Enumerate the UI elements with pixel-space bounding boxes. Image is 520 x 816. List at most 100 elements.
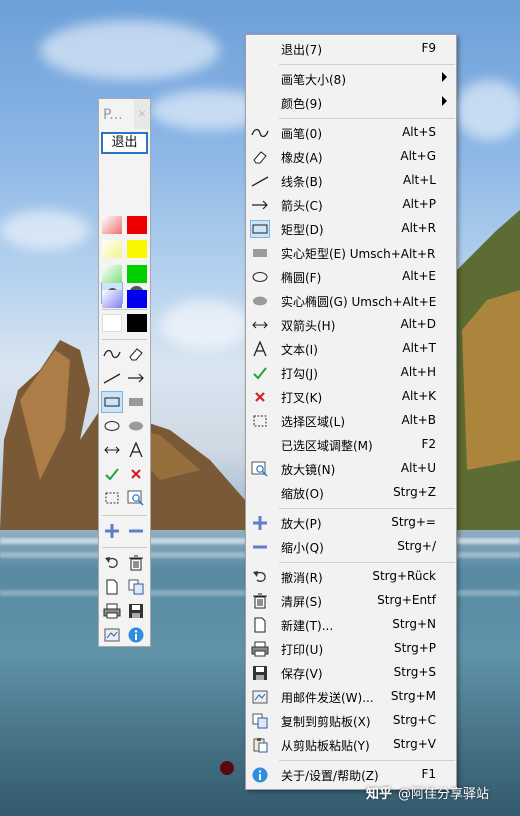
exit-button[interactable]: 退出	[101, 132, 148, 154]
menu-item-shortcut: Strg+V	[393, 737, 436, 751]
menu-item-email[interactable]: 用邮件发送(W)... Strg+M	[246, 685, 456, 709]
zoom-in-button[interactable]	[101, 520, 123, 542]
menu-item-exit[interactable]: 退出(7) F9	[246, 37, 456, 61]
menu-item-label: 新建(T)...	[281, 619, 334, 633]
color-swatch-light-yellow[interactable]	[102, 240, 122, 258]
color-swatch-light-green[interactable]	[102, 265, 122, 283]
color-swatch-red[interactable]	[127, 216, 147, 234]
trash-icon	[250, 592, 270, 610]
menu-item-adjust-selection[interactable]: 已选区域调整(M) F2	[246, 433, 456, 457]
plus-icon	[105, 524, 119, 538]
color-swatch-light-blue[interactable]	[102, 290, 122, 308]
print-button[interactable]	[101, 600, 123, 622]
toolbar-close-button[interactable]: ×	[134, 99, 150, 129]
menu-item-label: 缩小(Q)	[281, 541, 324, 555]
copy-button[interactable]	[125, 576, 147, 598]
menu-item-shortcut: Alt+T	[402, 341, 436, 355]
menu-item-zoom-out[interactable]: 缩小(Q) Strg+/	[246, 535, 456, 559]
paste-icon	[250, 736, 270, 754]
menu-item-shortcut: Alt+D	[400, 317, 436, 331]
new-document-icon	[250, 616, 270, 634]
menu-item-cross[interactable]: 打叉(K) Alt+K	[246, 385, 456, 409]
ellipse-tool-button[interactable]	[101, 415, 123, 437]
menu-item-undo[interactable]: 撤消(R) Strg+Rück	[246, 565, 456, 589]
line-icon	[103, 373, 121, 384]
menu-item-paste[interactable]: 从剪贴板粘贴(Y) Strg+V	[246, 733, 456, 757]
menu-item-arrow[interactable]: 箭头(C) Alt+P	[246, 193, 456, 217]
menu-item-ellipse[interactable]: 椭圆(F) Alt+E	[246, 265, 456, 289]
menu-item-print[interactable]: 打印(U) Strg+P	[246, 637, 456, 661]
eraser-icon	[129, 348, 143, 361]
rectangle-tool-button[interactable]	[101, 391, 123, 413]
select-area-tool-button[interactable]	[101, 487, 123, 509]
context-menu: 退出(7) F9 画笔大小(8) 颜色(9) 画笔(0) Alt+S 橡皮(A)…	[245, 34, 457, 790]
menu-item-magnifier[interactable]: 放大镜(N) Alt+U	[246, 457, 456, 481]
menu-item-label: 撤消(R)	[281, 571, 323, 585]
menu-item-pen-size[interactable]: 画笔大小(8)	[246, 67, 456, 91]
color-swatch-light-red[interactable]	[102, 216, 122, 234]
zoom-out-button[interactable]	[125, 520, 147, 542]
menu-item-color[interactable]: 颜色(9)	[246, 91, 456, 115]
pen-tool-button[interactable]	[101, 343, 123, 365]
line-tool-button[interactable]	[101, 367, 123, 389]
menu-item-label: 双箭头(H)	[281, 319, 336, 333]
color-swatch-blue[interactable]	[127, 290, 147, 308]
menu-item-pen[interactable]: 画笔(0) Alt+S	[246, 121, 456, 145]
menu-item-filled-rectangle[interactable]: 实心矩型(E) Umsch+Alt+R	[246, 241, 456, 265]
new-button[interactable]	[101, 576, 123, 598]
watermark-brand: 知乎	[366, 787, 393, 802]
filled-rectangle-tool-button[interactable]	[125, 391, 147, 413]
menu-item-shortcut: Strg+C	[392, 713, 436, 727]
checkmark-icon	[250, 364, 270, 382]
menu-item-zoom[interactable]: 缩放(O) Strg+Z	[246, 481, 456, 505]
menu-item-label: 放大镜(N)	[281, 463, 336, 477]
menu-item-double-arrow[interactable]: 双箭头(H) Alt+D	[246, 313, 456, 337]
cross-tool-button[interactable]	[125, 463, 147, 485]
menu-item-shortcut: Strg+P	[394, 641, 436, 655]
menu-item-copy[interactable]: 复制到剪贴板(X) Strg+C	[246, 709, 456, 733]
cloud	[0, 210, 90, 250]
double-arrow-tool-button[interactable]	[101, 439, 123, 461]
clear-screen-button[interactable]	[125, 552, 147, 574]
color-swatch-black[interactable]	[127, 314, 147, 332]
menu-item-label: 放大(P)	[281, 517, 322, 531]
save-button[interactable]	[125, 600, 147, 622]
help-button[interactable]	[125, 624, 147, 646]
toolbar-titlebar[interactable]: P... ×	[99, 99, 150, 131]
filled-ellipse-tool-button[interactable]	[125, 415, 147, 437]
menu-item-filled-ellipse[interactable]: 实心椭圆(G) Umsch+Alt+E	[246, 289, 456, 313]
undo-button[interactable]	[101, 552, 123, 574]
minus-icon	[129, 529, 143, 533]
menu-item-save[interactable]: 保存(V) Strg+S	[246, 661, 456, 685]
double-arrow-icon	[104, 446, 120, 454]
submenu-arrow-icon	[442, 96, 447, 106]
copy-icon	[128, 579, 144, 595]
checkmark-tool-button[interactable]	[101, 463, 123, 485]
magnifier-tool-button[interactable]	[125, 487, 147, 509]
menu-item-label: 橡皮(A)	[281, 151, 323, 165]
color-swatch-yellow[interactable]	[127, 240, 147, 258]
arrow-tool-button[interactable]	[125, 367, 147, 389]
menu-separator	[279, 64, 455, 65]
menu-item-label: 用邮件发送(W)...	[281, 691, 374, 705]
menu-item-label: 矩型(D)	[281, 223, 324, 237]
menu-item-new[interactable]: 新建(T)... Strg+N	[246, 613, 456, 637]
menu-item-label: 实心矩型(E) Umsch+Alt+R	[281, 247, 436, 261]
menu-item-shortcut: F2	[421, 437, 436, 451]
menu-item-eraser[interactable]: 橡皮(A) Alt+G	[246, 145, 456, 169]
color-swatch-green[interactable]	[127, 265, 147, 283]
color-swatch-white[interactable]	[102, 314, 122, 332]
eraser-tool-button[interactable]	[125, 343, 147, 365]
menu-item-text[interactable]: 文本(I) Alt+T	[246, 337, 456, 361]
menu-item-select-area[interactable]: 选择区域(L) Alt+B	[246, 409, 456, 433]
menu-item-rectangle[interactable]: 矩型(D) Alt+R	[246, 217, 456, 241]
menu-item-clear[interactable]: 清屏(S) Strg+Entf	[246, 589, 456, 613]
menu-item-label: 画笔(0)	[281, 127, 322, 141]
double-arrow-icon	[250, 316, 270, 334]
menu-item-checkmark[interactable]: 打勾(J) Alt+H	[246, 361, 456, 385]
menu-item-line[interactable]: 线条(B) Alt+L	[246, 169, 456, 193]
text-tool-button[interactable]	[125, 439, 147, 461]
email-button[interactable]	[101, 624, 123, 646]
menu-item-zoom-in[interactable]: 放大(P) Strg+=	[246, 511, 456, 535]
cross-icon	[250, 388, 270, 406]
